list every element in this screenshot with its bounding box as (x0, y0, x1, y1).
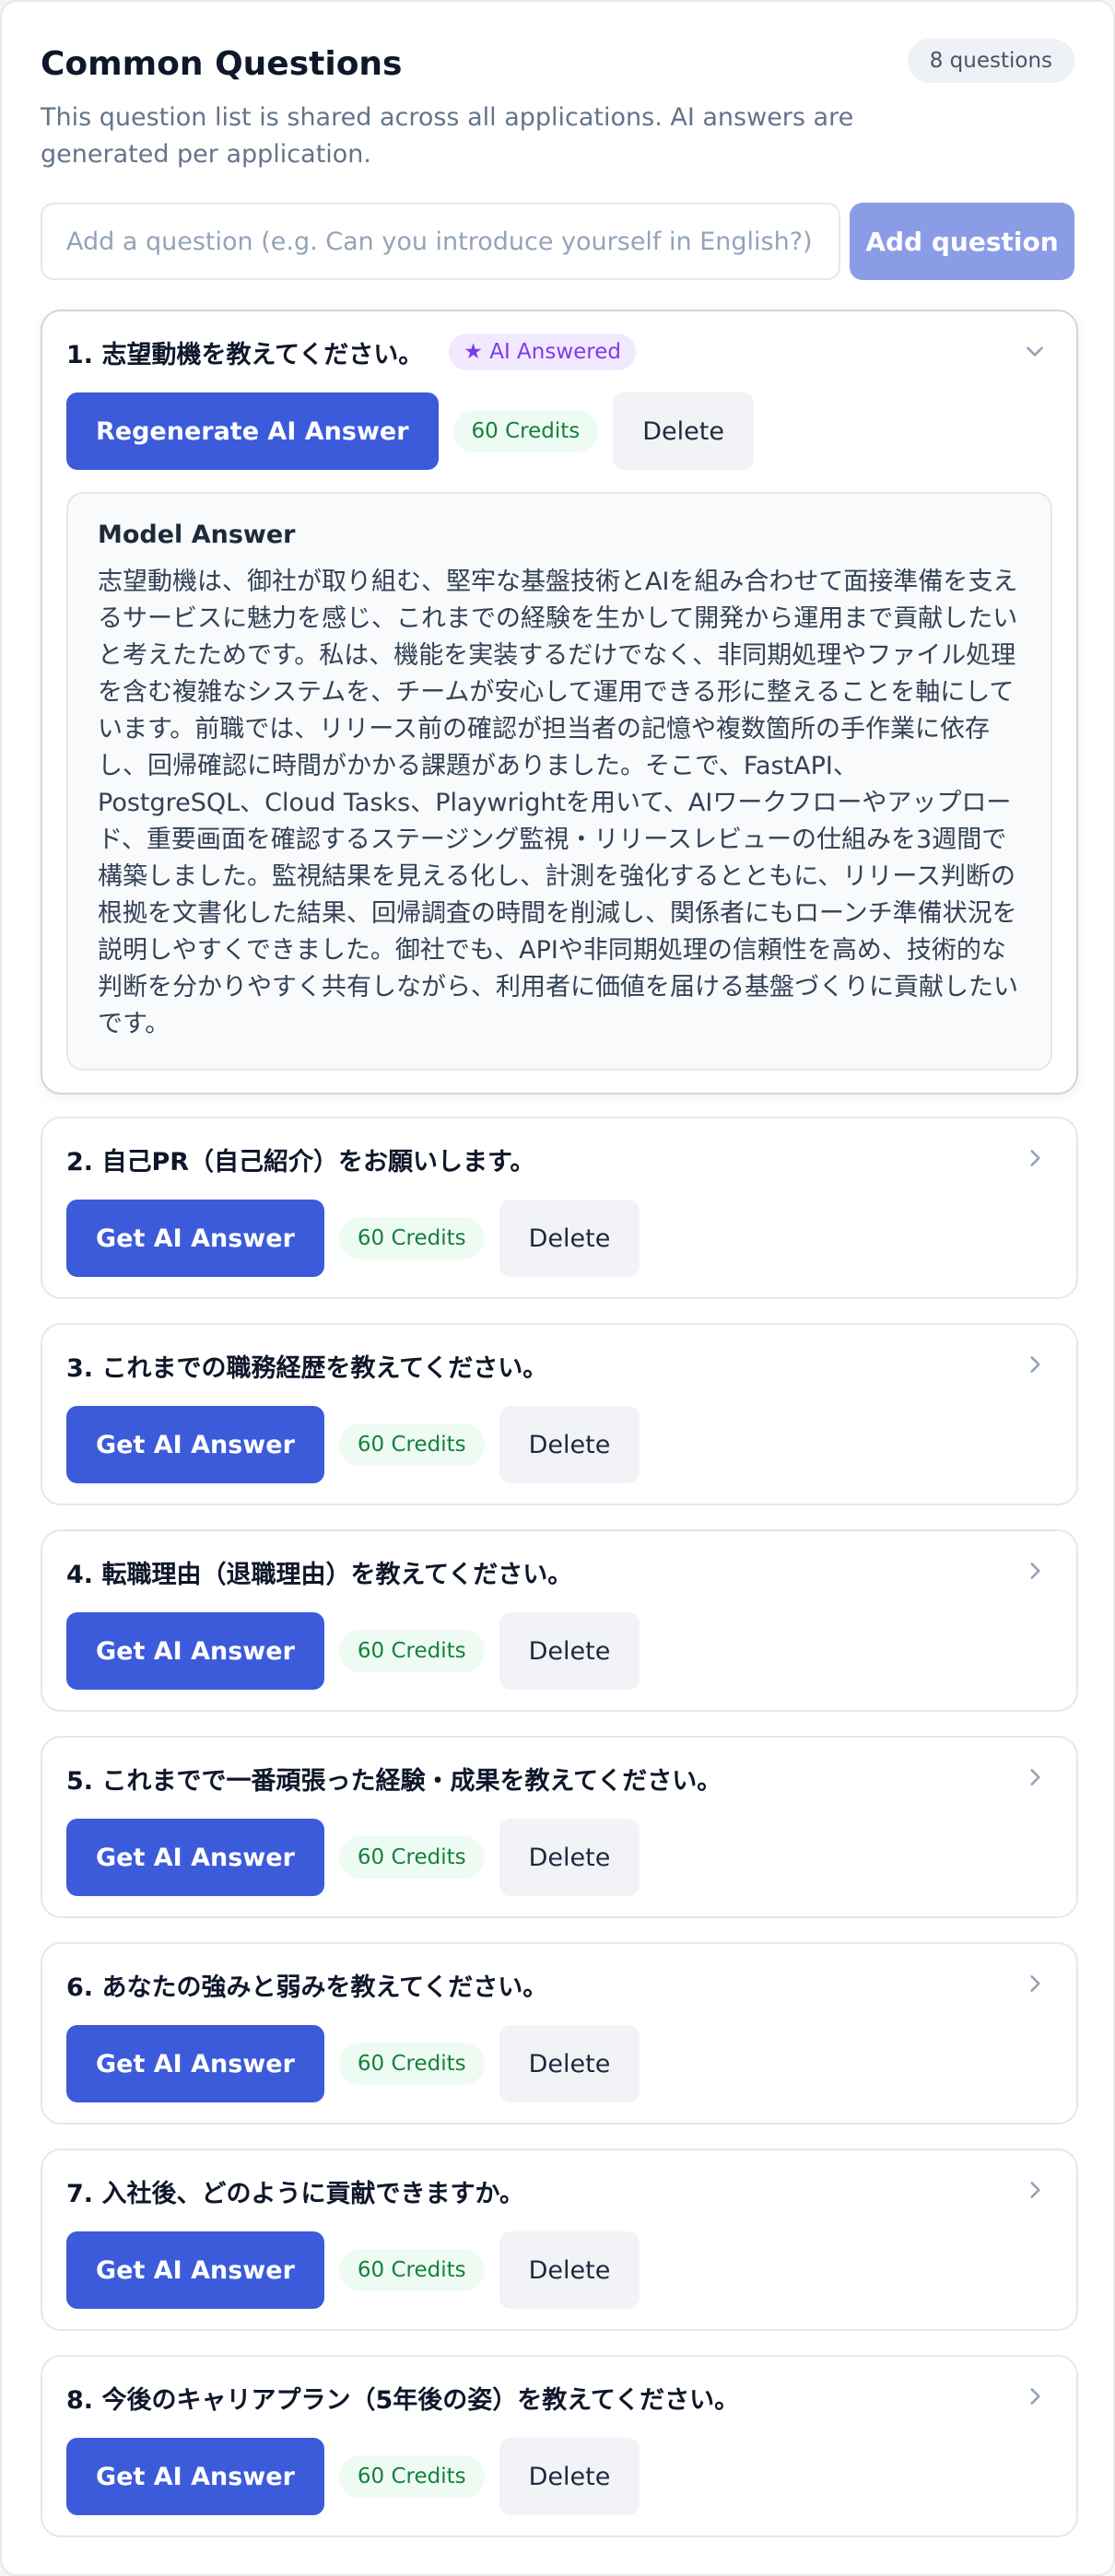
panel-header: Common Questions 8 questions This questi… (41, 2, 1074, 280)
credits-badge: 60 Credits (338, 1217, 485, 1259)
add-question-button[interactable]: Add question (850, 203, 1074, 280)
get-ai-answer-button[interactable]: Get AI Answer (66, 1819, 324, 1896)
question-card: 2. 自己PR（自己紹介）をお願いします。 Get AI Answer 60 C… (41, 1117, 1078, 1299)
delete-button[interactable]: Delete (499, 2438, 640, 2515)
delete-button[interactable]: Delete (499, 1200, 640, 1277)
question-header[interactable]: 1. 志望動機を教えてください。 ★ AI Answered (66, 311, 1052, 392)
get-ai-answer-button[interactable]: Get AI Answer (66, 1612, 324, 1690)
chevron-right-icon[interactable] (1023, 1559, 1047, 1583)
model-answer-title: Model Answer (98, 521, 296, 549)
delete-button[interactable]: Delete (499, 1612, 640, 1690)
question-text: 1. 志望動機を教えてください。 (66, 340, 424, 369)
question-actions: Get AI Answer 60 Credits Delete (66, 1406, 1052, 1483)
question-actions: Get AI Answer 60 Credits Delete (66, 1200, 1052, 1277)
chevron-right-icon[interactable] (1023, 2178, 1047, 2202)
question-text: 4. 転職理由（退職理由）を教えてください。 (66, 1560, 573, 1589)
question-text: 5. これまでで一番頑張った経験・成果を教えてください。 (66, 1766, 722, 1796)
question-header[interactable]: 6. あなたの強みと弱みを教えてください。 (66, 1944, 1052, 2025)
chevron-down-icon[interactable] (1023, 339, 1047, 363)
question-header[interactable]: 2. 自己PR（自己紹介）をお願いします。 (66, 1118, 1052, 1200)
chevron-right-icon[interactable] (1023, 2384, 1047, 2408)
question-header[interactable]: 8. 今後のキャリアプラン（5年後の姿）を教えてください。 (66, 2357, 1052, 2438)
model-answer-text: 志望動機は、御社が取り組む、堅牢な基盤技術とAIを組み合わせて面接準備を支えるサ… (98, 568, 1018, 1038)
question-card: 6. あなたの強みと弱みを教えてください。 Get AI Answer 60 C… (41, 1942, 1078, 2125)
credits-badge: 60 Credits (338, 2249, 485, 2291)
delete-button[interactable]: Delete (499, 1819, 640, 1896)
add-question-row: Add question (41, 203, 1074, 282)
chevron-right-icon[interactable] (1023, 1765, 1047, 1789)
ai-answered-badge: ★ AI Answered (449, 334, 637, 370)
question-card: 5. これまでで一番頑張った経験・成果を教えてください。 Get AI Answ… (41, 1736, 1078, 1918)
credits-badge: 60 Credits (452, 410, 599, 452)
credits-badge: 60 Credits (338, 2455, 485, 2498)
question-actions: Get AI Answer 60 Credits Delete (66, 1819, 1052, 1896)
question-text: 8. 今後のキャリアプラン（5年後の姿）を教えてください。 (66, 2385, 740, 2415)
delete-button[interactable]: Delete (613, 392, 754, 470)
question-actions: Get AI Answer 60 Credits Delete (66, 2438, 1052, 2515)
add-question-input[interactable] (41, 203, 840, 280)
question-card: 1. 志望動機を教えてください。 ★ AI Answered Regenerat… (41, 310, 1078, 1095)
get-ai-answer-button[interactable]: Get AI Answer (66, 1406, 324, 1483)
question-actions: Get AI Answer 60 Credits Delete (66, 1612, 1052, 1690)
question-card: 7. 入社後、どのように貢献できますか。 Get AI Answer 60 Cr… (41, 2149, 1078, 2331)
question-text: 7. 入社後、どのように貢献できますか。 (66, 2179, 524, 2208)
model-answer-box: Model Answer 志望動機は、御社が取り組む、堅牢な基盤技術とAIを組み… (66, 492, 1052, 1071)
question-text: 2. 自己PR（自己紹介）をお願いします。 (66, 1147, 535, 1177)
credits-badge: 60 Credits (338, 1836, 485, 1879)
get-ai-answer-button[interactable]: Get AI Answer (66, 2231, 324, 2309)
question-header[interactable]: 4. 転職理由（退職理由）を教えてください。 (66, 1531, 1052, 1612)
chevron-right-icon[interactable] (1023, 1146, 1047, 1170)
credits-badge: 60 Credits (338, 1630, 485, 1672)
question-actions: Get AI Answer 60 Credits Delete (66, 2231, 1052, 2309)
question-card: 4. 転職理由（退職理由）を教えてください。 Get AI Answer 60 … (41, 1529, 1078, 1712)
delete-button[interactable]: Delete (499, 2025, 640, 2102)
delete-button[interactable]: Delete (499, 1406, 640, 1483)
delete-button[interactable]: Delete (499, 2231, 640, 2309)
common-questions-panel: Common Questions 8 questions This questi… (0, 0, 1115, 2576)
question-text: 6. あなたの強みと弱みを教えてください。 (66, 1973, 548, 2002)
chevron-right-icon[interactable] (1023, 1972, 1047, 1996)
question-actions: Get AI Answer 60 Credits Delete (66, 2025, 1052, 2102)
question-header[interactable]: 7. 入社後、どのように貢献できますか。 (66, 2150, 1052, 2231)
question-actions: Regenerate AI Answer 60 Credits Delete (66, 392, 1052, 470)
page-subtitle: This question list is shared across all … (41, 103, 854, 169)
regenerate-ai-answer-button[interactable]: Regenerate AI Answer (66, 392, 439, 470)
get-ai-answer-button[interactable]: Get AI Answer (66, 1200, 324, 1277)
question-card: 3. これまでの職務経歴を教えてください。 Get AI Answer 60 C… (41, 1323, 1078, 1505)
question-count-badge: 8 questions (907, 39, 1074, 83)
question-card: 8. 今後のキャリアプラン（5年後の姿）を教えてください。 Get AI Ans… (41, 2355, 1078, 2537)
get-ai-answer-button[interactable]: Get AI Answer (66, 2025, 324, 2102)
question-header[interactable]: 3. これまでの職務経歴を教えてください。 (66, 1325, 1052, 1406)
question-text: 3. これまでの職務経歴を教えてください。 (66, 1353, 548, 1383)
question-header[interactable]: 5. これまでで一番頑張った経験・成果を教えてください。 (66, 1738, 1052, 1819)
credits-badge: 60 Credits (338, 2043, 485, 2085)
chevron-right-icon[interactable] (1023, 1352, 1047, 1376)
get-ai-answer-button[interactable]: Get AI Answer (66, 2438, 324, 2515)
credits-badge: 60 Credits (338, 1423, 485, 1466)
